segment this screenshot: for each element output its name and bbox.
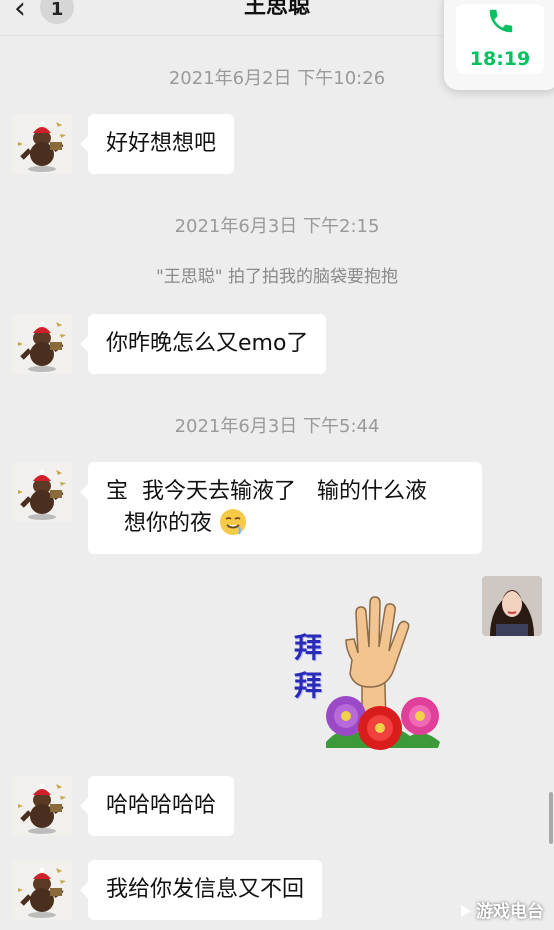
scrollbar[interactable] — [549, 792, 553, 844]
waving-hand-with-flowers-sticker[interactable] — [290, 582, 450, 757]
message-bubble[interactable]: 宝 我今天去输液了 输的什么液 想你的夜 — [80, 462, 482, 554]
contact-avatar[interactable] — [12, 860, 72, 920]
phone-icon — [489, 9, 513, 33]
drooling-face-icon — [220, 509, 247, 535]
message-line: 宝 我今天去输液了 输的什么液 — [106, 479, 427, 504]
pat-notification: "王思聪" 拍了拍我的脑袋要抱抱 — [155, 267, 399, 287]
watermark-logo-icon — [461, 905, 471, 917]
message-line-2: 想你的夜 — [106, 508, 464, 540]
watermark: 游戏电台 — [460, 898, 554, 926]
timestamp: 2021年6月2日 下午10:26 — [168, 68, 386, 89]
my-avatar[interactable] — [482, 576, 542, 636]
timestamp: 2021年6月3日 下午2:15 — [174, 216, 380, 237]
timestamp: 2021年6月3日 下午5:44 — [174, 416, 380, 437]
message-bubble[interactable]: 哈哈哈哈哈 — [79, 776, 235, 836]
message-bubble[interactable]: 我给你发信息又不回 — [79, 860, 323, 920]
contact-avatar[interactable] — [12, 114, 72, 174]
message-bubble[interactable]: 好好想想吧 — [79, 114, 235, 174]
contact-avatar[interactable] — [12, 314, 72, 374]
contact-avatar[interactable] — [12, 776, 72, 836]
message-line-text: 想你的夜 — [124, 511, 213, 536]
message-bubble[interactable]: 你昨晚怎么又emo了 — [79, 314, 327, 374]
contact-avatar[interactable] — [12, 462, 72, 522]
watermark-text: 游戏电台 — [476, 902, 544, 922]
